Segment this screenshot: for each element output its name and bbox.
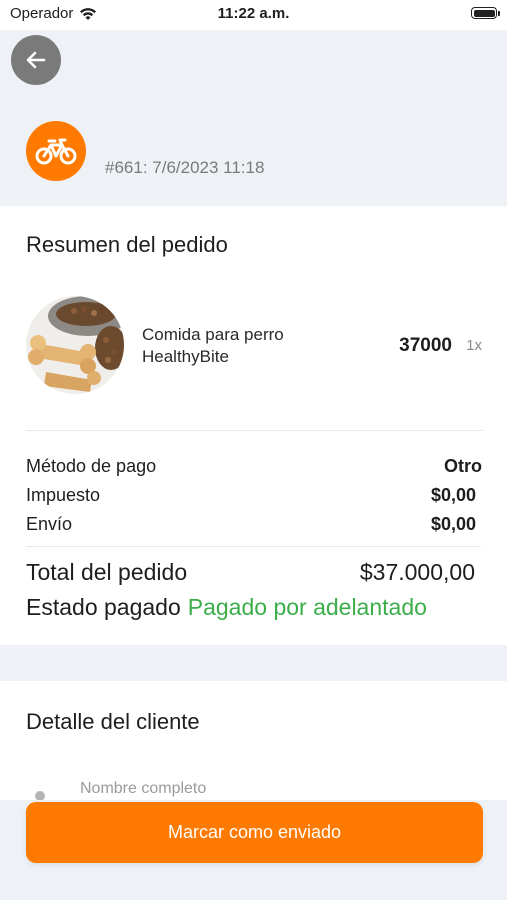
back-button[interactable] [11, 35, 61, 85]
shipping-label: Envío [26, 514, 73, 534]
paid-status-row: Estado pagado Pagado por adelantado [26, 594, 482, 621]
shipping-row: Envío $0,00 [26, 514, 476, 535]
order-header: #661: 7/6/2023 11:18 [0, 30, 507, 206]
paid-status-value: Pagado por adelantado [187, 594, 427, 620]
product-name-line1: Comida para perro [142, 325, 284, 344]
order-total-value: $37.000,00 [359, 559, 475, 585]
full-name-label: Nombre completo [80, 780, 207, 797]
tax-row: Impuesto $0,00 [26, 485, 476, 506]
mark-as-shipped-button[interactable]: Marcar como enviado [26, 802, 483, 863]
payment-method-label: Método de pago [26, 456, 157, 476]
arrow-left-icon [26, 51, 46, 69]
divider [26, 546, 481, 547]
status-time: 11:22 a.m. [217, 5, 290, 22]
summary-title: Resumen del pedido [26, 232, 228, 257]
product-image [26, 296, 124, 394]
order-summary-card: Resumen del pedido Comida para perro Hea… [0, 206, 507, 645]
tax-label: Impuesto [26, 485, 101, 505]
order-total-label: Total del pedido [26, 559, 188, 585]
order-total-row: Total del pedido $37.000,00 [26, 559, 475, 586]
status-bar: Operador 11:22 a.m. [0, 0, 507, 30]
tax-value: $0,00 [430, 485, 476, 505]
order-reference: #661: 7/6/2023 11:18 [105, 158, 265, 177]
paid-status-label: Estado pagado [26, 594, 181, 620]
product-quantity: 1x [466, 337, 482, 354]
order-type-badge [26, 121, 86, 181]
battery-icon [471, 7, 500, 19]
payment-method-value: Otro [444, 456, 482, 476]
payment-method-row: Método de pago Otro [26, 456, 482, 477]
product-row: Comida para perro HealthyBite 37000 1x [26, 296, 484, 394]
customer-title: Detalle del cliente [26, 709, 200, 734]
divider [26, 430, 484, 431]
bicycle-icon [35, 138, 77, 165]
product-name-line2: HealthyBite [142, 347, 229, 366]
shipping-value: $0,00 [430, 514, 476, 534]
product-name: Comida para perro HealthyBite [142, 324, 342, 368]
product-price: 37000 [399, 335, 452, 356]
